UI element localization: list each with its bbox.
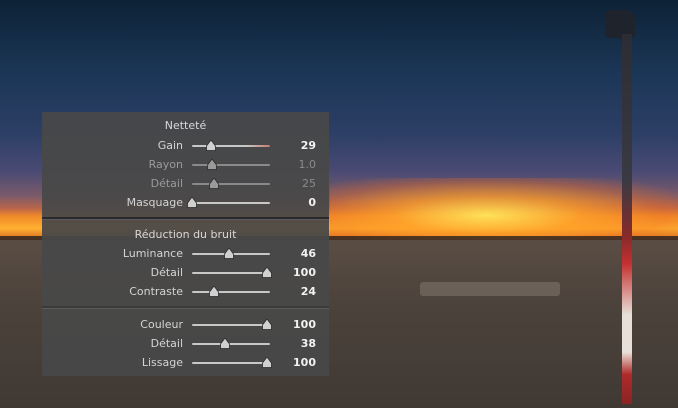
slider-value[interactable]: 100 <box>278 354 316 372</box>
slider-value[interactable]: 100 <box>278 264 316 282</box>
slider-label: Détail <box>150 337 183 350</box>
slider-thumb[interactable] <box>208 178 219 189</box>
slider-track[interactable] <box>192 272 270 274</box>
slider-row-masking: Masquage 0 <box>42 194 329 212</box>
slider-thumb[interactable] <box>261 267 272 278</box>
slider-row-gain: Gain 29 <box>42 137 329 155</box>
slider-value[interactable]: 29 <box>278 137 316 155</box>
slider-label: Rayon <box>148 158 183 171</box>
slider-row-luminance: Luminance 46 <box>42 245 329 263</box>
slider-value[interactable]: 46 <box>278 245 316 263</box>
slider-label: Gain <box>157 139 183 152</box>
section-title-sharpening: Netteté <box>164 119 207 132</box>
slider-row-color-detail: Détail 38 <box>42 335 329 353</box>
slider-label: Masquage <box>126 196 183 209</box>
slider-thumb[interactable] <box>187 197 197 208</box>
slider-row-radius: Rayon 1.0 <box>42 156 329 174</box>
slider-thumb[interactable] <box>206 159 217 170</box>
slider-value[interactable]: 1.0 <box>278 156 317 174</box>
slider-value[interactable]: 25 <box>278 175 316 193</box>
slider-thumb[interactable] <box>219 338 230 349</box>
slider-row-smoothness: Lissage 100 <box>42 354 329 372</box>
section-title-noise-reduction: Réduction du bruit <box>134 228 237 241</box>
slider-track[interactable] <box>192 202 270 204</box>
slider-row-luminance-detail: Détail 100 <box>42 264 329 282</box>
slider-label: Détail <box>150 177 183 190</box>
slider-label: Détail <box>150 266 183 279</box>
slider-thumb[interactable] <box>261 357 272 368</box>
slider-track[interactable] <box>192 164 270 166</box>
slider-value[interactable]: 38 <box>278 335 316 353</box>
slider-track[interactable] <box>192 362 270 364</box>
slider-thumb[interactable] <box>205 140 216 151</box>
slider-value[interactable]: 0 <box>278 194 316 212</box>
slider-track[interactable] <box>192 183 270 185</box>
subsection-divider <box>42 306 329 309</box>
slider-track[interactable] <box>192 324 270 326</box>
slider-label: Couleur <box>140 318 183 331</box>
striped-pole <box>622 34 632 404</box>
slider-value[interactable]: 100 <box>278 316 316 334</box>
slider-thumb[interactable] <box>261 319 272 330</box>
slider-label: Contraste <box>129 285 183 298</box>
slider-value[interactable]: 24 <box>278 283 316 301</box>
slider-thumb[interactable] <box>208 286 219 297</box>
section-divider <box>42 217 329 220</box>
slider-track[interactable] <box>192 343 270 345</box>
slider-track[interactable] <box>192 291 270 293</box>
ground-pad <box>420 282 560 296</box>
slider-row-detail: Détail 25 <box>42 175 329 193</box>
slider-row-color: Couleur 100 <box>42 316 329 334</box>
slider-track[interactable] <box>192 145 270 147</box>
slider-thumb[interactable] <box>224 248 235 259</box>
detail-panel: Netteté Gain 29 Rayon 1.0 Détail 25 Masq… <box>42 112 329 376</box>
slider-row-contrast: Contraste 24 <box>42 283 329 301</box>
slider-label: Lissage <box>141 356 183 369</box>
slider-label: Luminance <box>122 247 183 260</box>
